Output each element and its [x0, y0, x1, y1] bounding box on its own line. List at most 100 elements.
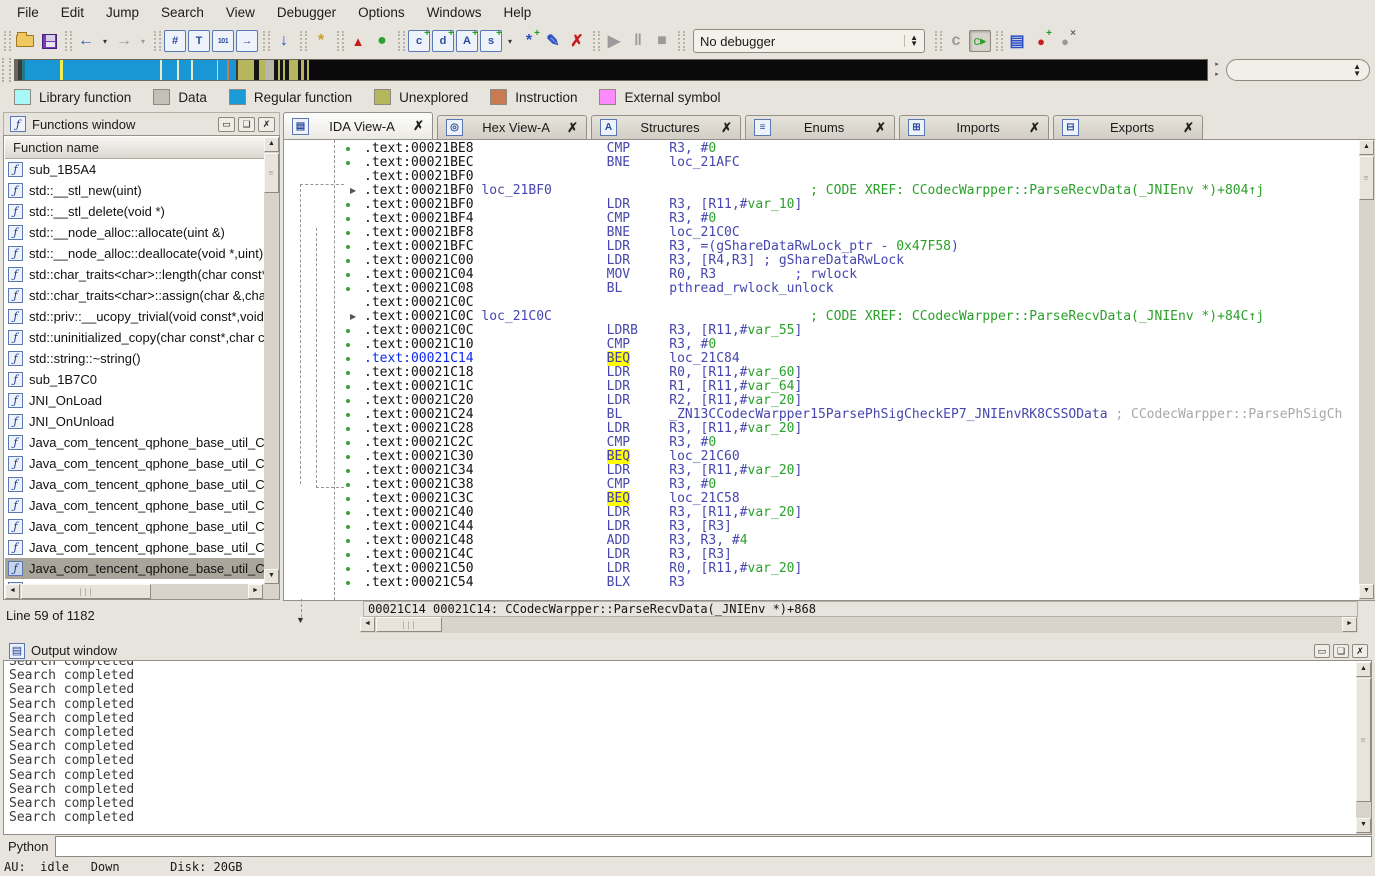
- edit-comment-button[interactable]: ✎: [542, 30, 564, 52]
- disasm-line[interactable]: .text:00021C10 CMP R3, #0: [364, 338, 1359, 352]
- restore-icon[interactable]: ❏: [1333, 644, 1349, 658]
- debugger-windows-button[interactable]: ▤: [1006, 30, 1028, 52]
- tab-enums[interactable]: ≡Enums✗: [745, 115, 895, 139]
- output-vscrollbar[interactable]: ▲ ≡ ▼: [1356, 662, 1372, 834]
- jump-address-button[interactable]: ↓: [273, 30, 295, 52]
- disasm-vscroll-thumb[interactable]: ≡: [1359, 156, 1374, 200]
- disasm-line[interactable]: .text:00021BEC BNE loc_21AFC: [364, 156, 1359, 170]
- close-icon[interactable]: ✗: [258, 117, 275, 132]
- navigate-back-menu[interactable]: ▾: [99, 30, 111, 52]
- make-string-menu[interactable]: ▾: [504, 30, 516, 52]
- scroll-left-icon[interactable]: ◄: [360, 617, 375, 632]
- menu-file[interactable]: File: [6, 0, 50, 26]
- function-list-item[interactable]: ƒJNI_OnLoad: [5, 390, 264, 411]
- disasm-line[interactable]: .text:00021C20 LDR R2, [R11,#var_20]: [364, 394, 1359, 408]
- navband-zoom-spinner[interactable]: ▲▼: [1226, 59, 1370, 81]
- navigate-forward-menu[interactable]: ▾: [137, 30, 149, 52]
- disasm-line[interactable]: .text:00021BF0 loc_21BF0 ; CODE XREF: CC…: [364, 184, 1359, 198]
- disasm-line[interactable]: .text:00021BF8 BNE loc_21C0C: [364, 226, 1359, 240]
- disasm-line[interactable]: .text:00021C0C LDRB R3, [R11,#var_55]: [364, 324, 1359, 338]
- maximize-icon[interactable]: ▭: [218, 117, 235, 132]
- navband-scroll-arrows[interactable]: ▸▸: [1212, 60, 1222, 80]
- scroll-left-icon[interactable]: ◄: [5, 584, 20, 599]
- spinner-down-icon[interactable]: ▼: [1353, 70, 1361, 77]
- function-list-item[interactable]: ƒJava_com_tencent_qphone_base_util_Code: [5, 516, 264, 537]
- debug-start-button[interactable]: ▶: [603, 30, 625, 52]
- menu-view[interactable]: View: [215, 0, 266, 26]
- menu-help[interactable]: Help: [492, 0, 542, 26]
- tab-structures[interactable]: AStructures✗: [591, 115, 741, 139]
- menu-jump[interactable]: Jump: [95, 0, 150, 26]
- tab-close-icon[interactable]: ✗: [567, 120, 578, 136]
- disasm-line[interactable]: .text:00021C1C LDR R1, [R11,#var_64]: [364, 380, 1359, 394]
- function-list-item[interactable]: ƒstd::__node_alloc::deallocate(void *,ui…: [5, 243, 264, 264]
- functions-vscrollbar[interactable]: ▲ ≡ ▼: [264, 137, 279, 584]
- function-list-item[interactable]: ƒstd::char_traits<char>::length(char con…: [5, 264, 264, 285]
- scroll-right-icon[interactable]: ►: [248, 584, 263, 599]
- disasm-line[interactable]: .text:00021C18 LDR R0, [R11,#var_60]: [364, 366, 1359, 380]
- function-list-item[interactable]: ƒJava_com_tencent_qphone_base_util_Code: [5, 432, 264, 453]
- disasm-line[interactable]: .text:00021C0C loc_21C0C ; CODE XREF: CC…: [364, 310, 1359, 324]
- function-list-item[interactable]: ƒstd::priv::__ucopy_trivial(void const*,…: [5, 306, 264, 327]
- restore-icon[interactable]: ❏: [238, 117, 255, 132]
- tab-close-icon[interactable]: ✗: [1029, 120, 1040, 136]
- disasm-line[interactable]: .text:00021C38 CMP R3, #0: [364, 478, 1359, 492]
- breakpoint-add-button[interactable]: ●+: [1030, 30, 1052, 52]
- disasm-line[interactable]: .text:00021BE8 CMP R3, #0: [364, 142, 1359, 156]
- make-pattern-button[interactable]: *+: [518, 30, 540, 52]
- debug-pause-button[interactable]: ‖: [627, 30, 649, 52]
- disasm-line[interactable]: .text:00021C48 ADD R3, R3, #4: [364, 534, 1359, 548]
- make-data-button[interactable]: d+: [432, 30, 454, 52]
- python-input[interactable]: [55, 836, 1372, 857]
- search-next-button[interactable]: →: [236, 30, 258, 52]
- function-list-item[interactable]: ƒJava_com_tencent_qphone_base_util_Code: [5, 453, 264, 474]
- disasm-line[interactable]: .text:00021C3C BEQ loc_21C58: [364, 492, 1359, 506]
- disasm-line[interactable]: .text:00021BF0: [364, 170, 1359, 184]
- tab-close-icon[interactable]: ✗: [413, 118, 424, 134]
- function-list-item[interactable]: ƒstd::__node_alloc::allocate(uint &): [5, 222, 264, 243]
- debugger-select[interactable]: No debugger▲▼: [693, 29, 925, 53]
- functions-vscroll-thumb[interactable]: ≡: [264, 153, 279, 193]
- function-list-item[interactable]: ƒsub_1B7C0: [5, 369, 264, 390]
- disasm-line[interactable]: .text:00021C0C: [364, 296, 1359, 310]
- function-list-item[interactable]: ƒJNI_OnUnload: [5, 411, 264, 432]
- tab-close-icon[interactable]: ✗: [1183, 120, 1194, 136]
- scroll-down-icon[interactable]: ▼: [264, 569, 279, 584]
- functions-hscrollbar[interactable]: ◄ ∣∣∣ ►: [5, 584, 279, 599]
- menu-edit[interactable]: Edit: [50, 0, 95, 26]
- save-file-button[interactable]: [38, 30, 60, 52]
- disasm-line[interactable]: .text:00021C4C LDR R3, [R3]: [364, 548, 1359, 562]
- make-name-button[interactable]: A+: [456, 30, 478, 52]
- continue-process-button[interactable]: c▸: [969, 30, 991, 52]
- updown-arrows-icon[interactable]: ▲▼: [904, 35, 918, 47]
- disasm-line[interactable]: .text:00021C2C CMP R3, #0: [364, 436, 1359, 450]
- flashlight-button[interactable]: *: [310, 30, 332, 52]
- disasm-hscroll-thumb[interactable]: ∣∣∣: [376, 617, 442, 632]
- tab-exports[interactable]: ⊟Exports✗: [1053, 115, 1203, 139]
- search-text-button[interactable]: T: [188, 30, 210, 52]
- function-list-item[interactable]: ƒsub_1B5A4: [5, 159, 264, 180]
- maximize-icon[interactable]: ▭: [1314, 644, 1330, 658]
- disasm-line[interactable]: .text:00021C14 BEQ loc_21C84: [364, 352, 1359, 366]
- disasm-line[interactable]: .text:00021BFC LDR R3, =(gShareDataRwLoc…: [364, 240, 1359, 254]
- tab-close-icon[interactable]: ✗: [721, 120, 732, 136]
- disasm-line[interactable]: .text:00021C24 BL _ZN13CCodecWarpper15Pa…: [364, 408, 1359, 422]
- function-list-item[interactable]: ƒstd::char_traits<char>::assign(char &,c…: [5, 285, 264, 306]
- disasm-hscrollbar[interactable]: ◄ ∣∣∣ ►: [360, 617, 1358, 633]
- close-icon[interactable]: ✗: [1352, 644, 1368, 658]
- breakpoint-delete-button[interactable]: ●×: [1054, 30, 1076, 52]
- tab-imports[interactable]: ⊞Imports✗: [899, 115, 1049, 139]
- function-list-item[interactable]: ƒstd::__stl_new(uint): [5, 180, 264, 201]
- disasm-line[interactable]: .text:00021C04 MOV R0, R3 ; rwlock: [364, 268, 1359, 282]
- problems-list-button[interactable]: ▲: [347, 30, 369, 52]
- function-list-item[interactable]: ƒJava_com_tencent_qphone_base_util_Code: [5, 558, 264, 579]
- search-binary-button[interactable]: 101: [212, 30, 234, 52]
- disasm-line[interactable]: .text:00021C00 LDR R3, [R4,R3] ; gShareD…: [364, 254, 1359, 268]
- function-list-item[interactable]: ƒJava_com_tencent_qphone_base_util_Code: [5, 537, 264, 558]
- navigate-forward-button[interactable]: →: [113, 30, 135, 52]
- disasm-line[interactable]: .text:00021C44 LDR R3, [R3]: [364, 520, 1359, 534]
- debug-stop-button[interactable]: ■: [651, 30, 673, 52]
- disasm-line[interactable]: .text:00021C50 LDR R0, [R11,#var_20]: [364, 562, 1359, 576]
- tab-hex-view-a[interactable]: ◎Hex View-A✗: [437, 115, 587, 139]
- disassembly-listing[interactable]: .text:00021BE8 CMP R3, #0.text:00021BEC …: [361, 140, 1359, 600]
